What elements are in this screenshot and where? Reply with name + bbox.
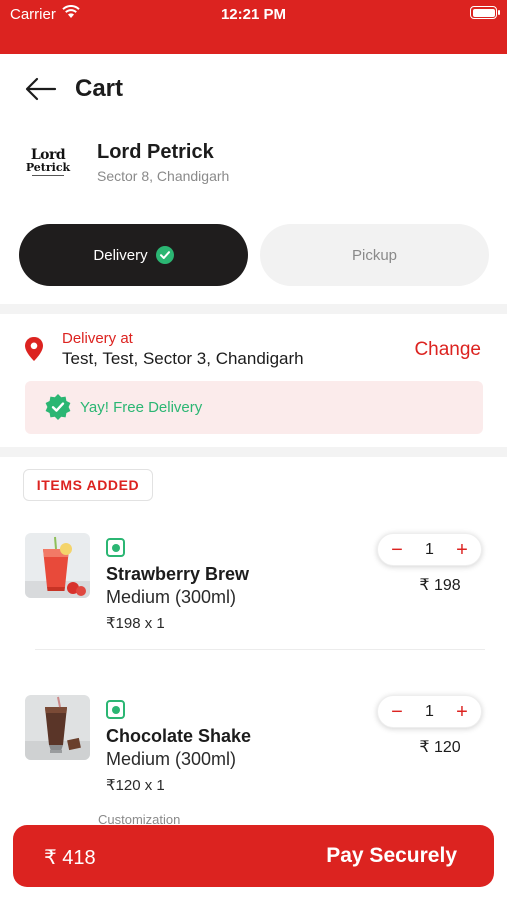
cart-item: Chocolate Shake Medium (300ml) ₹120 x 1 … <box>0 695 507 825</box>
item-name: Strawberry Brew <box>106 564 250 584</box>
pay-securely-button[interactable]: ₹ 418 Pay Securely <box>13 825 494 887</box>
item-total-price: ₹ 120 <box>419 739 461 756</box>
item-name: Chocolate Shake <box>106 726 252 746</box>
increase-quantity-button[interactable]: + <box>445 534 479 567</box>
veg-indicator-icon <box>106 700 125 719</box>
delivery-at-label: Delivery at <box>62 330 133 347</box>
restaurant-name: Lord Petrick <box>97 141 214 163</box>
quantity-stepper: − 1 + <box>377 533 482 566</box>
delivery-mode-button[interactable]: Delivery <box>19 224 248 286</box>
status-bar: Carrier 12:21 PM <box>0 0 507 54</box>
item-divider <box>35 649 485 650</box>
items-added-badge: ITEMS ADDED <box>23 469 153 501</box>
increase-quantity-button[interactable]: + <box>445 696 479 729</box>
logo-underline <box>32 174 64 176</box>
veg-indicator-icon <box>106 538 125 557</box>
quantity-value: 1 <box>425 541 434 558</box>
item-variant: Medium (300ml) <box>106 587 237 607</box>
delivery-address-section: Delivery at Test, Test, Sector 3, Chandi… <box>0 316 507 448</box>
quantity-stepper: − 1 + <box>377 695 482 728</box>
item-unit-price: ₹198 x 1 <box>106 615 165 632</box>
section-divider <box>0 304 507 314</box>
item-unit-price: ₹120 x 1 <box>106 777 165 794</box>
delivery-address: Test, Test, Sector 3, Chandigarh <box>62 349 304 368</box>
pickup-mode-button[interactable]: Pickup <box>260 224 489 286</box>
item-variant: Medium (300ml) <box>106 749 237 769</box>
delivery-mode-toggle: Delivery Pickup <box>0 223 507 288</box>
restaurant-address: Sector 8, Chandigarh <box>97 168 230 184</box>
free-delivery-text: Yay! Free Delivery <box>80 399 203 416</box>
logo-line2: Petrick <box>25 160 71 174</box>
change-address-button[interactable]: Change <box>414 339 481 361</box>
section-divider <box>0 447 507 457</box>
cart-total-amount: ₹ 418 <box>44 847 96 869</box>
check-circle-icon <box>155 246 174 264</box>
clock: 12:21 PM <box>220 6 287 23</box>
decrease-quantity-button[interactable]: − <box>380 534 414 567</box>
quantity-value: 1 <box>425 703 434 720</box>
strawberry-drink-image <box>25 533 90 598</box>
decrease-quantity-button[interactable]: − <box>380 696 414 729</box>
pay-securely-label: Pay Securely <box>326 844 457 867</box>
chocolate-shake-image <box>25 695 90 760</box>
back-arrow-icon[interactable] <box>24 76 58 102</box>
delivery-mode-label: Delivery <box>93 246 148 264</box>
logo-line1: Lord <box>30 146 66 163</box>
verified-badge-icon <box>44 393 72 426</box>
free-delivery-banner: Yay! Free Delivery <box>25 381 483 434</box>
battery-icon <box>470 6 500 19</box>
header: Cart <box>0 54 507 124</box>
page-title: Cart <box>75 75 124 102</box>
location-pin-icon <box>24 336 44 367</box>
item-total-price: ₹ 198 <box>419 577 461 594</box>
restaurant-info: Lord Petrick Lord Petrick Sector 8, Chan… <box>0 130 507 200</box>
restaurant-logo: Lord Petrick <box>24 142 72 182</box>
pickup-mode-label: Pickup <box>351 246 398 264</box>
cart-item: Strawberry Brew Medium (300ml) ₹198 x 1 … <box>0 533 507 663</box>
